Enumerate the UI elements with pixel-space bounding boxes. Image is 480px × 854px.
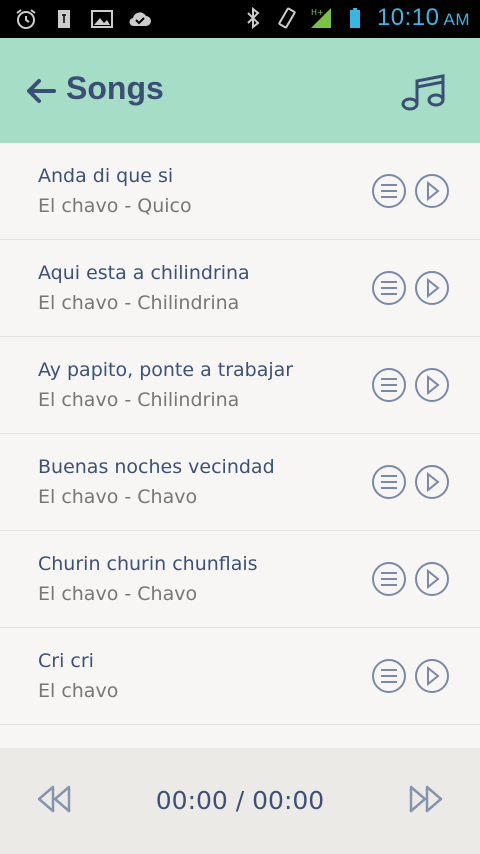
arrow-left-icon[interactable]	[24, 74, 58, 108]
battery-icon	[349, 8, 360, 28]
song-row[interactable]: Aqui esta a chilindrina El chavo - Chili…	[0, 240, 480, 337]
vibrate-icon	[278, 7, 296, 29]
menu-circle-icon[interactable]	[371, 270, 407, 306]
song-artist: El chavo	[38, 680, 119, 702]
menu-circle-icon[interactable]	[371, 173, 407, 209]
play-circle-icon[interactable]	[414, 173, 450, 209]
play-circle-icon[interactable]	[414, 561, 450, 597]
song-row[interactable]: Ay papito, ponte a trabajar El chavo - C…	[0, 337, 480, 434]
song-list: Anda di que si El chavo - Quico Aqui est…	[0, 143, 480, 725]
image-icon	[91, 10, 113, 28]
app-bar: Songs	[0, 38, 480, 143]
signal-icon: H+	[310, 8, 331, 28]
song-row[interactable]: Anda di que si El chavo - Quico	[0, 143, 480, 240]
song-row[interactable]: Churin churin chunflais El chavo - Chavo	[0, 531, 480, 628]
usb-icon	[58, 10, 70, 28]
song-artist: El chavo - Chavo	[38, 486, 198, 508]
check-cloud-icon	[129, 12, 151, 27]
song-row[interactable]: Buenas noches vecindad El chavo - Chavo	[0, 434, 480, 531]
play-circle-icon[interactable]	[414, 658, 450, 694]
song-artist: El chavo - Quico	[38, 195, 192, 217]
song-title: Churin churin chunflais	[38, 553, 258, 575]
status-clock: 10:10 AM	[376, 4, 470, 31]
song-title: Buenas noches vecindad	[38, 456, 275, 478]
song-artist: El chavo - Chavo	[38, 583, 198, 605]
play-circle-icon[interactable]	[414, 464, 450, 500]
song-row[interactable]: Cri cri El chavo	[0, 628, 480, 725]
song-title: Cri cri	[38, 650, 94, 672]
play-circle-icon[interactable]	[414, 367, 450, 403]
song-title: Anda di que si	[38, 165, 174, 187]
menu-circle-icon[interactable]	[371, 658, 407, 694]
song-artist: El chavo - Chilindrina	[38, 389, 240, 411]
menu-circle-icon[interactable]	[371, 464, 407, 500]
status-bar: H+ 10:10 AM	[0, 0, 480, 38]
fast-forward-icon[interactable]	[408, 784, 444, 814]
player-bar: 00:00 / 00:00	[0, 748, 480, 854]
play-circle-icon[interactable]	[414, 270, 450, 306]
song-title: Aqui esta a chilindrina	[38, 262, 250, 284]
alarm-icon	[16, 9, 36, 29]
song-title: Ay papito, ponte a trabajar	[38, 359, 294, 381]
song-artist: El chavo - Chilindrina	[38, 292, 240, 314]
network-type: H+	[311, 8, 324, 17]
menu-circle-icon[interactable]	[371, 561, 407, 597]
bluetooth-icon	[247, 6, 260, 30]
page-title: Songs	[66, 70, 164, 106]
music-note-icon[interactable]	[400, 73, 446, 113]
menu-circle-icon[interactable]	[371, 367, 407, 403]
